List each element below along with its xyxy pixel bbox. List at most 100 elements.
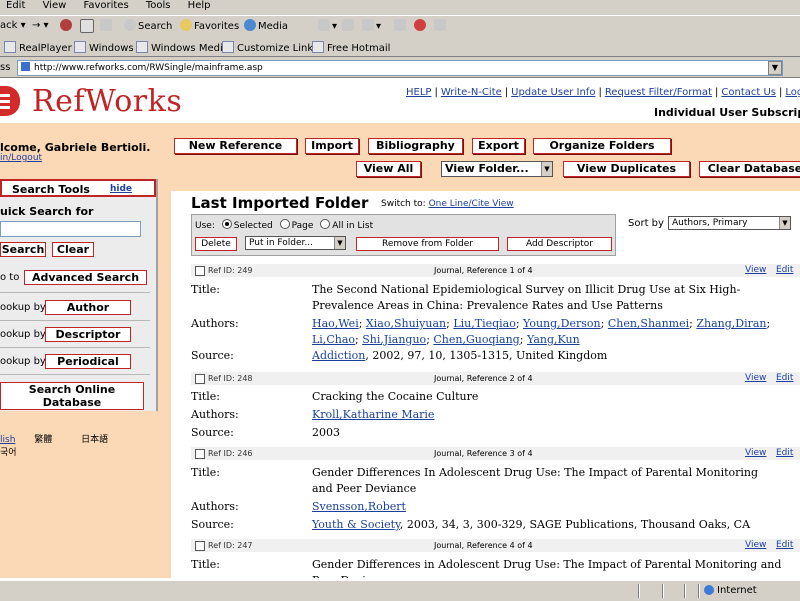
add-descriptor-button[interactable]: Add Descriptor [507, 237, 612, 251]
search-tools-title: Search Tools [12, 183, 90, 196]
hide-link[interactable]: hide [110, 184, 132, 194]
url-input[interactable]: http://www.refworks.com/RWSingle/mainfra… [17, 60, 783, 76]
lookup-periodical-button[interactable]: Periodical [45, 354, 131, 369]
search-button[interactable]: Search [0, 242, 46, 257]
menu-tools[interactable]: Tools [146, 0, 171, 12]
forward-button[interactable]: → ▾ [32, 19, 49, 33]
author-link[interactable]: Kroll,Katharine Marie [312, 408, 434, 421]
page-icon [4, 41, 16, 53]
radio-selected[interactable] [221, 219, 232, 229]
author-link[interactable]: Zhang,Diran [696, 317, 766, 330]
edit-link[interactable]: Edit [776, 540, 793, 550]
refresh-button[interactable] [80, 19, 96, 36]
sort-by-select[interactable]: Authors, Primary ▼ [668, 216, 791, 230]
search-button[interactable]: Search [124, 19, 172, 34]
ref-id: Ref ID: 249 [208, 266, 253, 275]
back-button[interactable]: ack ▾ [0, 19, 26, 33]
edit-link[interactable]: Edit [776, 373, 793, 383]
view-folder-select[interactable]: View Folder... ▼ [441, 161, 553, 177]
reference-checkbox[interactable] [195, 541, 205, 551]
clear-database-button[interactable]: Clear Database [699, 161, 800, 177]
author-link[interactable]: Liu,Tieqiao [453, 317, 516, 330]
author-link[interactable]: Hao,Wei [312, 317, 359, 330]
write-n-cite-link[interactable]: Write-N-Cite [441, 87, 502, 98]
menu-help[interactable]: Help [188, 0, 211, 12]
periodical-link[interactable]: Addiction [312, 349, 365, 362]
menu-view[interactable]: View [43, 0, 67, 12]
author-link[interactable]: Svensson,Robert [312, 500, 406, 513]
bibliography-button[interactable]: Bibliography [368, 138, 463, 154]
print-button[interactable] [342, 19, 356, 34]
research-button[interactable] [434, 19, 448, 34]
lang-japanese-link[interactable]: 日本語 [81, 435, 108, 445]
page-content: RefWorks HELP | Write-N-Cite | Update User I… [0, 78, 800, 580]
request-filter-link[interactable]: Request Filter/Format [605, 87, 712, 98]
author-link[interactable]: Chen,Shanmei [608, 317, 689, 330]
menu-favorites[interactable]: Favorites [83, 0, 128, 12]
link-customize-links[interactable]: Customize Links [222, 41, 318, 54]
logout-link[interactable]: in/Logout [0, 153, 42, 163]
delete-button[interactable]: Delete [195, 237, 237, 251]
discuss-button[interactable] [394, 19, 408, 34]
stop-button[interactable] [60, 19, 74, 34]
lookup-descriptor-button[interactable]: Descriptor [45, 327, 131, 342]
edit-page-button[interactable]: ▾ [362, 19, 381, 34]
one-line-cite-view-link[interactable]: One Line/Cite View [429, 199, 514, 209]
link-windows[interactable]: Windows [74, 41, 134, 54]
periodical-link[interactable]: Youth & Society [312, 518, 400, 531]
view-link[interactable]: View [745, 540, 766, 550]
author-link[interactable]: Shi,Jianguo [362, 333, 426, 346]
advanced-search-button[interactable]: Advanced Search [24, 270, 147, 285]
link-label: Windows [89, 43, 134, 54]
view-link[interactable]: View [745, 373, 766, 383]
author-link[interactable]: Young,Derson [523, 317, 601, 330]
lang-korean-link[interactable]: 국어 [0, 445, 17, 458]
radio-page[interactable] [279, 219, 290, 229]
view-all-button[interactable]: View All [356, 161, 421, 177]
link-realplayer[interactable]: RealPlayer [4, 41, 72, 54]
contact-us-link[interactable]: Contact Us [721, 87, 776, 98]
reference-header: Ref ID: 247 Journal, Reference 4 of 4 Vi… [191, 539, 800, 552]
import-button[interactable]: Import [305, 138, 359, 154]
lang-chinese-link[interactable]: 繁體 [34, 435, 52, 445]
organize-folders-button[interactable]: Organize Folders [533, 138, 671, 154]
media-button[interactable]: Media [244, 19, 288, 34]
logout-top-link[interactable]: Logo [785, 87, 800, 98]
update-user-info-link[interactable]: Update User Info [511, 87, 595, 98]
author-link[interactable]: Chen,Guoqiang [433, 333, 519, 346]
reference-authors: Svensson,Robert [312, 499, 782, 515]
export-button[interactable]: Export [472, 138, 525, 154]
menu-edit[interactable]: Edit [6, 0, 25, 12]
link-free-hotmail[interactable]: Free Hotmail [312, 41, 390, 54]
author-link[interactable]: Li,Chao [312, 333, 355, 346]
author-link[interactable]: Xiao,Shuiyuan [366, 317, 446, 330]
search-online-database-button[interactable]: Search Online Database [0, 382, 144, 410]
reference-checkbox[interactable] [195, 449, 205, 459]
lookup-author-button[interactable]: Author [45, 300, 131, 315]
field-label-authors: Authors: [191, 408, 239, 421]
remove-from-folder-button[interactable]: Remove from Folder [356, 237, 499, 251]
address-dropdown-icon[interactable]: ▼ [768, 61, 782, 75]
view-link[interactable]: View [745, 265, 766, 275]
quick-search-input[interactable] [0, 221, 141, 237]
link-label: Free Hotmail [327, 43, 391, 54]
view-link[interactable]: View [745, 448, 766, 458]
radio-all-in-list[interactable] [320, 219, 331, 229]
link-windows-media[interactable]: Windows Media [136, 41, 229, 54]
link-label: Customize Links [237, 43, 319, 54]
messenger-button[interactable] [414, 19, 428, 34]
view-duplicates-button[interactable]: View Duplicates [563, 161, 690, 177]
favorites-button[interactable]: Favorites [180, 19, 239, 34]
reference-checkbox[interactable] [195, 374, 205, 384]
home-button[interactable] [100, 19, 114, 34]
edit-link[interactable]: Edit [776, 265, 793, 275]
author-link[interactable]: Yang,Kun [527, 333, 580, 346]
new-reference-button[interactable]: New Reference [174, 138, 297, 154]
history-button[interactable]: ▾ [318, 19, 337, 34]
help-link[interactable]: HELP [406, 87, 431, 98]
clear-button[interactable]: Clear [52, 242, 94, 257]
lang-english-link[interactable]: lish [0, 435, 15, 445]
edit-link[interactable]: Edit [776, 448, 793, 458]
put-in-folder-select[interactable]: Put in Folder... ▼ [245, 236, 346, 250]
reference-checkbox[interactable] [195, 266, 205, 276]
